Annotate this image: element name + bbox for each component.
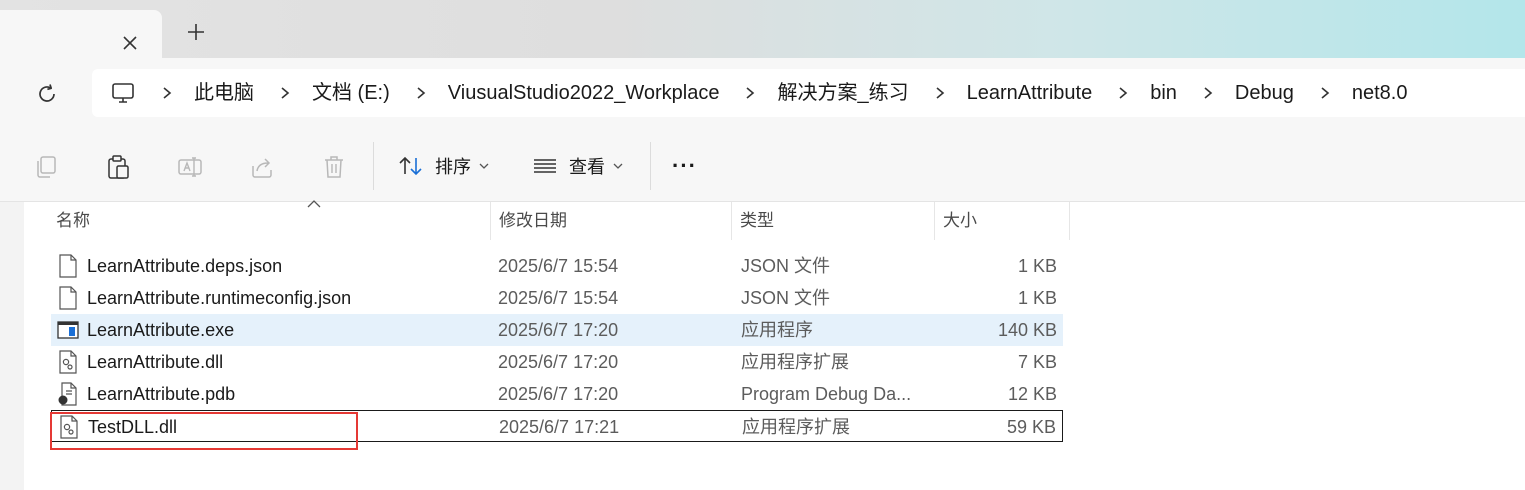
file-size: 7 KB — [1017, 352, 1057, 372]
more-button[interactable]: ··· — [672, 148, 697, 184]
file-name: LearnAttribute.runtimeconfig.json — [87, 288, 352, 308]
view-button[interactable]: 查看 — [531, 148, 623, 184]
column-header-date[interactable]: 修改日期 — [491, 202, 732, 240]
breadcrumb-solution[interactable]: 解决方案_练习 — [777, 69, 908, 117]
file-type: 应用程序扩展 — [742, 417, 850, 437]
file-size: 59 KB — [1006, 417, 1056, 437]
file-date: 2025/6/7 15:54 — [498, 288, 619, 308]
file-size: 1 KB — [1017, 288, 1057, 308]
dll-file-icon — [59, 350, 77, 374]
chevron-right-icon[interactable] — [278, 86, 292, 100]
file-row[interactable]: LearnAttribute.dll 2025/6/7 17:20 应用程序扩展… — [51, 346, 1063, 378]
paste-icon[interactable] — [105, 154, 131, 180]
file-type: 应用程序 — [741, 320, 813, 340]
chevron-right-icon[interactable] — [414, 86, 428, 100]
title-bar — [0, 0, 1525, 58]
chevron-right-icon[interactable] — [160, 86, 174, 100]
breadcrumb-net8[interactable]: net8.0 — [1352, 69, 1408, 117]
toolbar-divider — [373, 142, 374, 190]
command-bar: 排序 查看 ··· — [0, 130, 1525, 202]
file-name: LearnAttribute.exe — [87, 320, 235, 340]
file-row[interactable]: LearnAttribute.deps.json 2025/6/7 15:54 … — [51, 250, 1063, 282]
chevron-right-icon[interactable] — [1318, 86, 1332, 100]
chevron-down-icon — [479, 163, 489, 169]
file-size: 140 KB — [997, 320, 1057, 340]
file-date: 2025/6/7 17:20 — [498, 352, 619, 372]
column-header-row: 名称 修改日期 类型 大小 — [48, 200, 1070, 240]
file-name: LearnAttribute.dll — [87, 352, 224, 372]
rename-icon[interactable] — [177, 154, 203, 180]
file-date: 2025/6/7 17:20 — [498, 384, 619, 404]
chevron-right-icon[interactable] — [743, 86, 757, 100]
more-icon: ··· — [672, 153, 697, 178]
sort-label: 排序 — [435, 157, 471, 177]
file-size: 1 KB — [1017, 256, 1057, 276]
file-date: 2025/6/7 17:21 — [499, 417, 620, 437]
chevron-right-icon[interactable] — [933, 86, 947, 100]
exe-file-icon — [57, 321, 79, 339]
sort-button[interactable]: 排序 — [397, 148, 489, 184]
file-type: JSON 文件 — [741, 288, 831, 308]
computer-icon[interactable] — [110, 80, 136, 106]
copy-icon[interactable] — [33, 154, 59, 180]
plus-icon[interactable] — [185, 21, 207, 43]
column-header-name[interactable]: 名称 — [48, 202, 491, 240]
dll-file-icon — [60, 415, 78, 439]
sort-icon — [399, 156, 422, 176]
breadcrumb-workplace[interactable]: ViusualStudio2022_Workplace — [448, 69, 720, 117]
chevron-right-icon[interactable] — [1116, 86, 1130, 100]
chevron-down-icon — [613, 163, 623, 169]
file-row[interactable]: LearnAttribute.runtimeconfig.json 2025/6… — [51, 282, 1063, 314]
view-label: 查看 — [569, 157, 605, 177]
file-row[interactable]: TestDLL.dll 2025/6/7 17:21 应用程序扩展 59 KB — [51, 410, 1063, 442]
file-date: 2025/6/7 17:20 — [498, 320, 619, 340]
file-row[interactable]: LearnAttribute.pdb 2025/6/7 17:20 Progra… — [51, 378, 1063, 410]
breadcrumb-debug[interactable]: Debug — [1235, 69, 1294, 117]
breadcrumb[interactable]: 此电脑 文档 (E:) ViusualStudio2022_Workplace … — [92, 69, 1525, 117]
share-icon[interactable] — [249, 154, 275, 180]
file-name: LearnAttribute.deps.json — [87, 256, 283, 276]
file-name: TestDLL.dll — [88, 417, 178, 437]
file-name: LearnAttribute.pdb — [87, 384, 236, 404]
json-file-icon — [59, 254, 77, 278]
breadcrumb-this-pc[interactable]: 此电脑 — [194, 69, 254, 117]
column-header-type[interactable]: 类型 — [732, 202, 935, 240]
pdb-file-icon — [58, 382, 77, 406]
file-type: JSON 文件 — [741, 256, 831, 276]
file-row[interactable]: LearnAttribute.exe 2025/6/7 17:20 应用程序 1… — [51, 314, 1063, 346]
file-size: 12 KB — [1007, 384, 1057, 404]
column-header-size[interactable]: 大小 — [935, 202, 1070, 240]
view-icon — [534, 159, 556, 173]
file-type: Program Debug Da... — [741, 384, 912, 404]
toolbar-divider — [650, 142, 651, 190]
delete-icon[interactable] — [321, 154, 347, 180]
breadcrumb-project[interactable]: LearnAttribute — [967, 69, 1093, 117]
refresh-icon[interactable] — [35, 82, 59, 106]
breadcrumb-drive-e[interactable]: 文档 (E:) — [312, 69, 390, 117]
close-icon[interactable] — [119, 32, 141, 54]
address-row: 此电脑 文档 (E:) ViusualStudio2022_Workplace … — [0, 58, 1525, 130]
json-file-icon — [59, 286, 77, 310]
chevron-right-icon[interactable] — [1201, 86, 1215, 100]
file-date: 2025/6/7 15:54 — [498, 256, 619, 276]
navigation-pane[interactable] — [0, 202, 24, 490]
explorer-tab[interactable] — [0, 10, 162, 58]
file-type: 应用程序扩展 — [741, 352, 849, 372]
breadcrumb-bin[interactable]: bin — [1150, 69, 1177, 117]
